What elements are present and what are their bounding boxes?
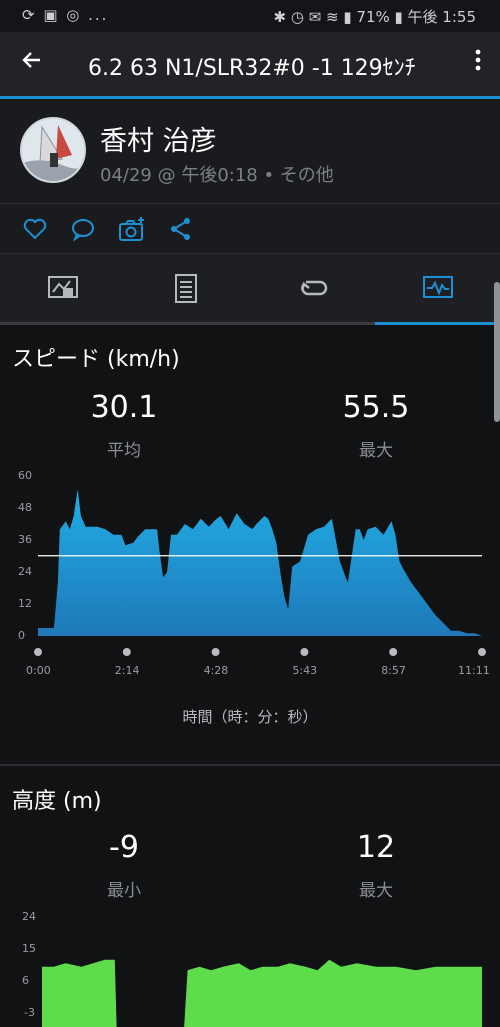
x-tick-label: 8:57 <box>381 664 406 677</box>
x-tick-dot <box>34 648 42 656</box>
document-details-icon <box>175 274 197 303</box>
altitude-chart[interactable] <box>0 900 500 1027</box>
x-tick-dot <box>211 648 220 656</box>
x-tick-label: 2:14 <box>114 664 140 677</box>
speed-x-axis-caption: 時間（時：分：秒） <box>182 708 318 726</box>
tab-charts[interactable] <box>375 254 500 324</box>
x-tick-label: 0:00 <box>26 664 51 677</box>
activity-meta: 04/29 @ 午後0:18 • その他 <box>100 165 334 186</box>
athlete-name: 香村 治彦 <box>100 126 217 157</box>
add-photo-camera-icon[interactable] <box>118 216 144 242</box>
active-tab-indicator <box>375 322 500 325</box>
speed-max-value: 55.5 <box>342 390 410 425</box>
altitude-min-value: -9 <box>109 830 139 865</box>
profile-header: 香村 治彦 04/29 @ 午後0:18 • その他 <box>0 99 500 203</box>
altitude-section-title: 高度 (m) <box>12 789 102 814</box>
tab-baseline <box>0 322 375 325</box>
status-left-icons: ⟳ ▣ ◎ ... <box>22 6 109 24</box>
laps-loop-icon <box>300 280 328 296</box>
altitude-max-label: 最大 <box>359 881 393 901</box>
speed-max-label: 最大 <box>359 441 393 461</box>
x-tick-dot <box>478 648 486 656</box>
section-separator <box>0 764 500 766</box>
tab-laps[interactable] <box>250 254 375 324</box>
altitude-area-series <box>42 959 482 1027</box>
x-tick-dot <box>122 648 131 656</box>
altitude-min-label: 最小 <box>107 881 141 901</box>
x-tick-label: 5:43 <box>292 664 318 677</box>
altitude-max-value: 12 <box>356 830 396 865</box>
speed-area-series <box>38 489 482 636</box>
like-heart-icon[interactable] <box>22 216 48 242</box>
status-bar: ⟳ ▣ ◎ ... ✱ ◷ ✉ ≋ ▮ 71% ▮ 午後 1:55 <box>0 0 500 32</box>
x-tick-dot <box>389 648 398 656</box>
share-icon[interactable] <box>168 216 194 242</box>
tab-details[interactable] <box>125 254 250 324</box>
activity-tabs <box>0 254 500 324</box>
speed-average-label: 平均 <box>107 441 141 461</box>
comment-icon[interactable] <box>70 216 96 242</box>
overflow-menu-icon[interactable] <box>474 48 482 78</box>
speed-section-title: スピード (km/h) <box>12 347 180 372</box>
top-app-bar: 6.2 63 N1/SLR32#0 -1 129ｾﾝﾁ <box>0 32 500 96</box>
activity-title: 6.2 63 N1/SLR32#0 -1 129ｾﾝﾁ <box>88 56 416 81</box>
map-overview-icon <box>48 276 78 298</box>
tab-overview[interactable] <box>0 254 125 324</box>
speed-average-value: 30.1 <box>90 390 158 425</box>
x-tick-label: 11:11 <box>458 664 490 677</box>
status-right-info: ✱ ◷ ✉ ≋ ▮ 71% ▮ 午後 1:55 <box>273 8 476 26</box>
chart-pulse-icon <box>423 276 453 298</box>
back-arrow-icon[interactable] <box>20 48 44 79</box>
action-row <box>0 204 500 253</box>
avatar[interactable] <box>20 117 86 183</box>
scrollbar[interactable] <box>494 282 500 422</box>
speed-chart[interactable] <box>0 460 500 660</box>
x-tick-label: 4:28 <box>203 664 229 677</box>
x-tick-dot <box>300 648 309 656</box>
